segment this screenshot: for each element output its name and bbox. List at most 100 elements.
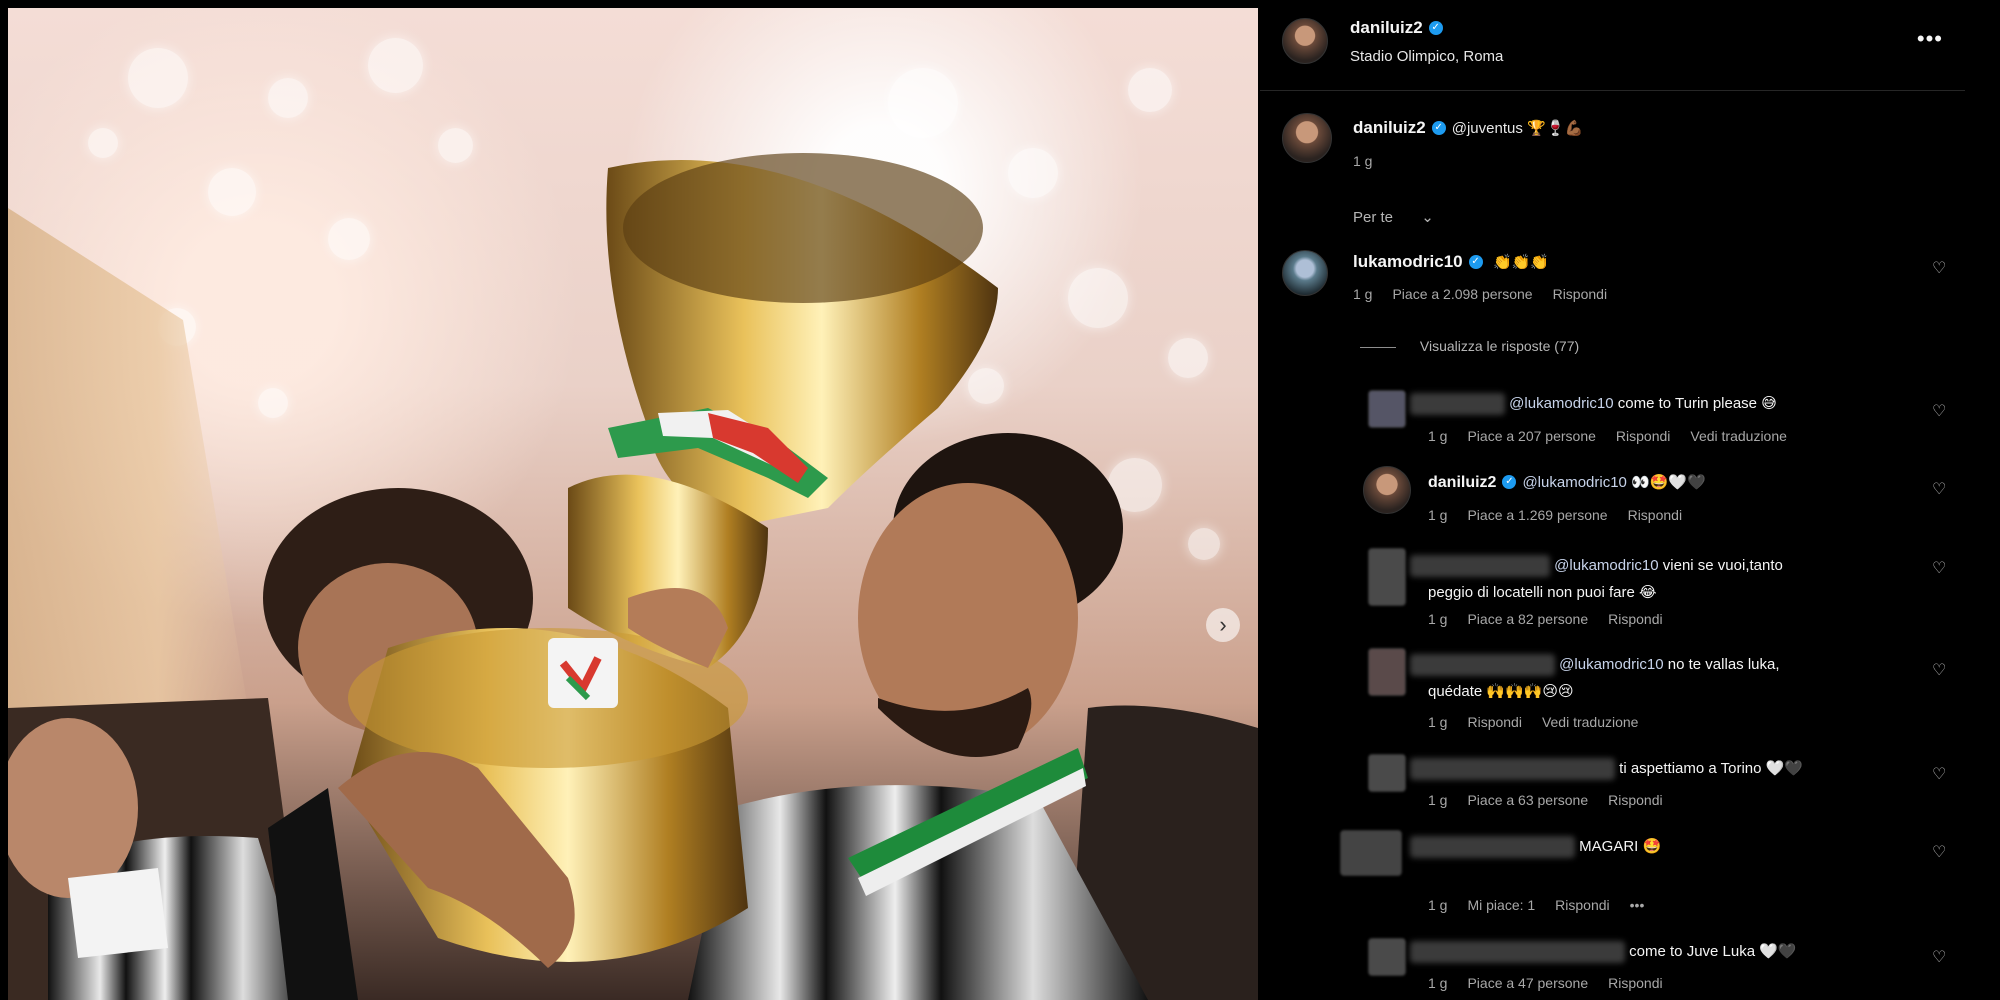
reply-time: 1 g bbox=[1428, 611, 1448, 627]
reply-text: ti aspettiamo a Torino 🤍🖤 bbox=[1619, 759, 1803, 777]
sort-selector[interactable]: Per te ⌄ bbox=[1353, 208, 1454, 226]
comments-panel: daniluiz2 ✓ Stadio Olimpico, Roma ••• dan… bbox=[1260, 0, 1965, 1000]
reply-text: no te vallas luka, bbox=[1667, 656, 1780, 673]
chevron-right-icon: › bbox=[1219, 612, 1227, 637]
blurred-username bbox=[1410, 654, 1555, 677]
blurred-username bbox=[1410, 555, 1550, 578]
heart-outline-icon[interactable]: ♡ bbox=[1932, 845, 1948, 861]
reply-mention[interactable]: @lukamodric10 bbox=[1522, 474, 1626, 491]
reply-avatar[interactable] bbox=[1368, 648, 1406, 696]
reply-meta: 1 g Piace a 82 persone Rispondi bbox=[1428, 611, 1683, 627]
chevron-down-icon: ⌄ bbox=[1421, 209, 1434, 226]
reply-time: 1 g bbox=[1428, 792, 1448, 808]
trophy-celebration-illustration bbox=[8, 153, 1258, 1000]
reply-text: 👀🤩🤍🖤 bbox=[1631, 474, 1706, 491]
heart-outline-icon[interactable]: ♡ bbox=[1932, 950, 1948, 966]
blurred-username bbox=[1410, 393, 1505, 415]
translate-button[interactable]: Vedi traduzione bbox=[1542, 714, 1639, 730]
reply-likes[interactable]: Piace a 1.269 persone bbox=[1467, 507, 1607, 523]
post-location[interactable]: Stadio Olimpico, Roma bbox=[1350, 48, 1503, 65]
comment-time: 1 g bbox=[1353, 286, 1373, 302]
reply-avatar[interactable] bbox=[1368, 390, 1406, 428]
reply-text: come to Turin please 😅 bbox=[1617, 394, 1777, 412]
reply-time: 1 g bbox=[1428, 714, 1448, 730]
caption: daniluiz2 ✓ @juventus 🏆🍷💪🏾 bbox=[1353, 118, 1583, 138]
reply-text: vieni se vuoi,tanto bbox=[1662, 557, 1783, 574]
reply-likes[interactable]: Mi piace: 1 bbox=[1467, 897, 1535, 913]
reply: MAGARI 🤩 bbox=[1410, 836, 1661, 858]
reply-avatar[interactable] bbox=[1368, 938, 1406, 976]
caption-avatar[interactable] bbox=[1282, 113, 1332, 163]
reply-username[interactable]: daniluiz2 bbox=[1428, 474, 1496, 491]
reply: @lukamodric10 come to Turin please 😅 bbox=[1410, 393, 1777, 415]
reply: @lukamodric10 vieni se vuoi,tanto peggio… bbox=[1410, 552, 1880, 606]
author-avatar[interactable] bbox=[1282, 18, 1328, 64]
caption-mention[interactable]: @juventus bbox=[1452, 120, 1523, 137]
comment-meta: 1 g Piace a 2.098 persone Rispondi bbox=[1353, 286, 1627, 302]
reply-time: 1 g bbox=[1428, 897, 1448, 913]
comment: lukamodric10 ✓ 👏👏👏 bbox=[1353, 252, 1549, 272]
reply-meta: 1 g Rispondi Vedi traduzione bbox=[1428, 714, 1658, 730]
caption-time: 1 g bbox=[1353, 153, 1373, 169]
blurred-username bbox=[1410, 836, 1575, 858]
view-replies-button[interactable]: Visualizza le risposte (77) bbox=[1360, 338, 1579, 354]
blurred-username bbox=[1410, 941, 1625, 963]
reply: daniluiz2 ✓ @lukamodric10 👀🤩🤍🖤 bbox=[1428, 473, 1706, 492]
reply-avatar[interactable] bbox=[1363, 466, 1411, 514]
author-username[interactable]: daniluiz2 bbox=[1350, 18, 1423, 37]
reply-time: 1 g bbox=[1428, 975, 1448, 991]
reply-mention[interactable]: @lukamodric10 bbox=[1509, 395, 1613, 412]
verified-badge-icon: ✓ bbox=[1502, 475, 1517, 490]
post-photo[interactable]: › bbox=[8, 8, 1258, 1000]
reply-meta: 1 g Piace a 207 persone Rispondi Vedi tradu… bbox=[1428, 428, 1807, 444]
reply-time: 1 g bbox=[1428, 428, 1448, 444]
caption-username[interactable]: daniluiz2 bbox=[1353, 118, 1426, 137]
heart-outline-icon[interactable]: ♡ bbox=[1932, 767, 1948, 783]
divider-line bbox=[1360, 346, 1396, 348]
reply-meta: 1 g Mi piace: 1 Rispondi ••• bbox=[1428, 897, 1664, 913]
sort-label: Per te bbox=[1353, 209, 1394, 226]
reply-avatar[interactable] bbox=[1368, 548, 1406, 606]
reply-button[interactable]: Rispondi bbox=[1616, 428, 1670, 444]
reply-likes[interactable]: Piace a 47 persone bbox=[1467, 975, 1588, 991]
post-header: daniluiz2 ✓ Stadio Olimpico, Roma ••• bbox=[1260, 0, 1965, 91]
comment-username[interactable]: lukamodric10 bbox=[1353, 252, 1463, 271]
reply-text-line2: peggio di locatelli non puoi fare 😂 bbox=[1428, 584, 1657, 601]
reply-likes[interactable]: Piace a 207 persone bbox=[1467, 428, 1595, 444]
comment-likes[interactable]: Piace a 2.098 persone bbox=[1392, 286, 1532, 302]
verified-badge-icon: ✓ bbox=[1428, 20, 1443, 35]
comment-avatar[interactable] bbox=[1282, 250, 1328, 296]
heart-outline-icon[interactable]: ♡ bbox=[1932, 404, 1948, 420]
more-options-icon[interactable]: ••• bbox=[1630, 897, 1645, 913]
reply-meta: 1 g Piace a 1.269 persone Rispondi bbox=[1428, 507, 1702, 523]
heart-outline-icon[interactable]: ♡ bbox=[1932, 663, 1948, 679]
reply-text: come to Juve Luka 🤍🖤 bbox=[1629, 942, 1797, 960]
reply-button[interactable]: Rispondi bbox=[1608, 792, 1662, 808]
heart-outline-icon[interactable]: ♡ bbox=[1932, 561, 1948, 577]
reply-likes[interactable]: Piace a 63 persone bbox=[1467, 792, 1588, 808]
reply-button[interactable]: Rispondi bbox=[1628, 507, 1682, 523]
reply-button[interactable]: Rispondi bbox=[1555, 897, 1609, 913]
reply-button[interactable]: Rispondi bbox=[1608, 975, 1662, 991]
reply-button[interactable]: Rispondi bbox=[1608, 611, 1662, 627]
reply-text: MAGARI 🤩 bbox=[1579, 837, 1662, 855]
reply: ti aspettiamo a Torino 🤍🖤 bbox=[1410, 758, 1803, 780]
heart-outline-icon[interactable]: ♡ bbox=[1932, 261, 1948, 277]
translate-button[interactable]: Vedi traduzione bbox=[1690, 428, 1787, 444]
next-photo-button[interactable]: › bbox=[1206, 608, 1240, 642]
blurred-username bbox=[1410, 758, 1615, 780]
reply-button[interactable]: Rispondi bbox=[1553, 286, 1607, 302]
reply: come to Juve Luka 🤍🖤 bbox=[1410, 941, 1797, 963]
reply-avatar[interactable] bbox=[1368, 754, 1406, 792]
reply-button[interactable]: Rispondi bbox=[1467, 714, 1521, 730]
reply-avatar[interactable] bbox=[1340, 830, 1402, 876]
verified-badge-icon: ✓ bbox=[1468, 254, 1483, 269]
comment-text: 👏👏👏 bbox=[1493, 254, 1550, 271]
reply-mention[interactable]: @lukamodric10 bbox=[1554, 557, 1658, 574]
reply-meta: 1 g Piace a 47 persone Rispondi bbox=[1428, 975, 1683, 991]
reply-mention[interactable]: @lukamodric10 bbox=[1559, 656, 1663, 673]
instagram-post-view: › daniluiz2 ✓ Stadio Olimpico, Roma ••• d… bbox=[0, 0, 2000, 1000]
more-options-button[interactable]: ••• bbox=[1917, 26, 1943, 52]
reply-likes[interactable]: Piace a 82 persone bbox=[1467, 611, 1588, 627]
heart-outline-icon[interactable]: ♡ bbox=[1932, 482, 1948, 498]
